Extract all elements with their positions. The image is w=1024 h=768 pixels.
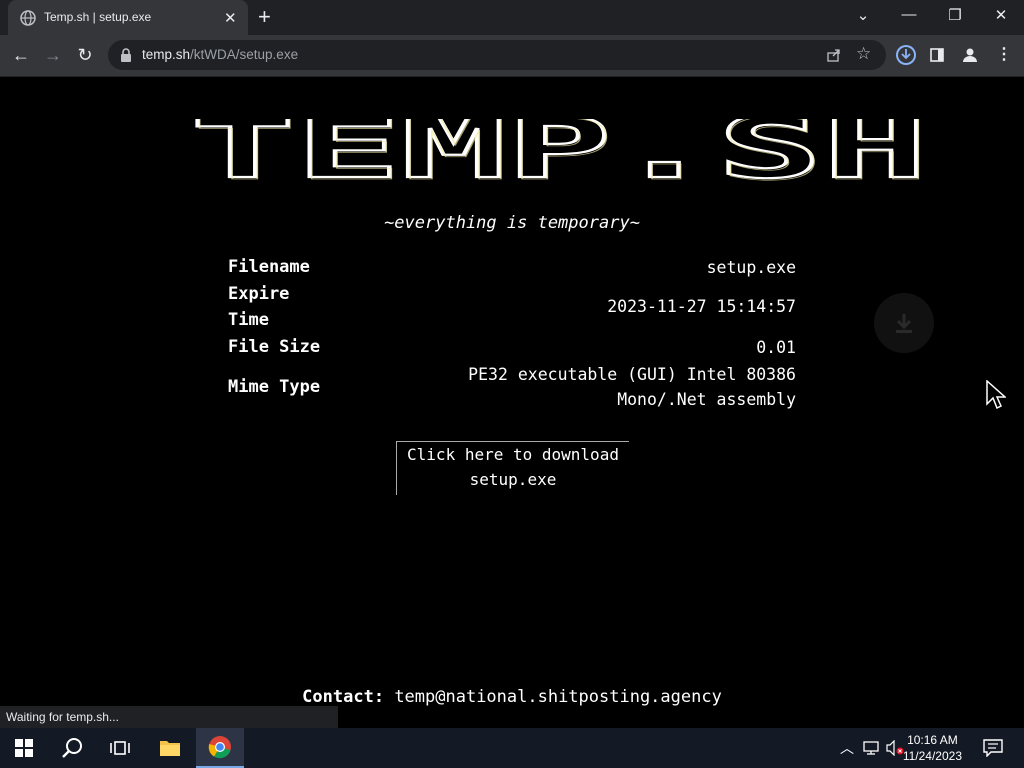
chevron-down-icon[interactable]: ⌄ bbox=[840, 6, 886, 24]
minimize-button[interactable]: — bbox=[886, 6, 932, 23]
browser-titlebar: Temp.sh | setup.exe ✕ + ⌄ — ❐ ✕ bbox=[0, 0, 1024, 35]
window-close-button[interactable]: ✕ bbox=[978, 6, 1024, 24]
task-view-button[interactable] bbox=[96, 728, 144, 768]
share-icon[interactable] bbox=[826, 47, 842, 63]
download-text-line2: setup.exe bbox=[469, 470, 557, 489]
download-text-line1: Click here to download bbox=[407, 445, 619, 464]
browser-toolbar: ← → ↻ temp.sh/ktWDA/setup.exe ☆ ⋮ bbox=[0, 35, 1024, 77]
volume-muted-icon[interactable] bbox=[886, 740, 904, 756]
file-explorer-button[interactable] bbox=[146, 728, 194, 768]
expire-value: 2023-11-27 15:14:57 bbox=[607, 297, 796, 316]
folder-icon bbox=[160, 741, 180, 756]
clock-time: 10:16 AM bbox=[907, 733, 958, 747]
star-icon[interactable]: ☆ bbox=[856, 44, 871, 64]
menu-icon[interactable]: ⋮ bbox=[996, 44, 1012, 64]
temp-sh-logo: TEMP.SH TEMP.SH bbox=[189, 119, 930, 183]
plus-icon[interactable]: + bbox=[258, 4, 271, 30]
mime-label: Mime Type bbox=[228, 377, 321, 397]
forward-icon[interactable]: → bbox=[40, 43, 66, 69]
mime-value-line2: Mono/.Net assembly bbox=[617, 390, 796, 409]
tab-title: Temp.sh | setup.exe bbox=[44, 10, 152, 24]
mime-value-line1: PE32 executable (GUI) Intel 80386 bbox=[468, 365, 796, 384]
download-link[interactable]: Click here to download setup.exe bbox=[396, 441, 629, 495]
windows-icon bbox=[15, 739, 33, 757]
filename-label: Filename bbox=[228, 257, 310, 277]
network-icon[interactable] bbox=[863, 741, 879, 755]
taskbar-search[interactable] bbox=[48, 728, 96, 768]
sidepanel-icon[interactable] bbox=[930, 48, 944, 62]
system-clock[interactable]: 10:16 AM 11/24/2023 bbox=[903, 732, 962, 764]
clock-date: 11/24/2023 bbox=[902, 749, 962, 763]
tagline: ~everything is temporary~ bbox=[384, 213, 640, 233]
size-value: 0.01 bbox=[756, 338, 796, 357]
contact-email[interactable]: temp@national.shitposting.agency bbox=[394, 687, 722, 707]
status-bar: Waiting for temp.sh... bbox=[0, 706, 338, 728]
size-label: File Size bbox=[228, 337, 321, 357]
download-icon[interactable] bbox=[895, 44, 917, 66]
notification-icon[interactable] bbox=[983, 739, 1003, 757]
close-icon[interactable]: ✕ bbox=[224, 9, 237, 27]
expire-label-line1: Expire bbox=[228, 284, 290, 304]
expire-label-line2: Time bbox=[228, 310, 269, 330]
chrome-taskbar-button[interactable] bbox=[196, 728, 244, 768]
profile-icon[interactable] bbox=[961, 46, 979, 64]
mouse-cursor-icon bbox=[986, 380, 1006, 410]
floating-download-button[interactable] bbox=[874, 293, 934, 353]
svg-text:TEMP.SH: TEMP.SH bbox=[192, 119, 930, 183]
tab-active[interactable]: Temp.sh | setup.exe ✕ bbox=[8, 0, 248, 35]
filename-value: setup.exe bbox=[706, 258, 796, 277]
contact-label: Contact: bbox=[302, 687, 385, 707]
restore-button[interactable]: ❐ bbox=[932, 6, 978, 24]
reload-icon[interactable]: ↻ bbox=[72, 43, 98, 69]
address-bar[interactable]: temp.sh/ktWDA/setup.exe ☆ bbox=[108, 40, 886, 70]
globe-icon bbox=[20, 10, 36, 26]
chevron-up-icon[interactable]: ︿ bbox=[840, 738, 854, 758]
lock-icon bbox=[121, 48, 131, 62]
windows-taskbar: ︿ 10:16 AM 11/24/2023 bbox=[0, 728, 1024, 768]
back-icon[interactable]: ← bbox=[8, 43, 34, 69]
search-icon bbox=[62, 738, 82, 758]
contact-line: Contact: temp@national.shitposting.agenc… bbox=[0, 687, 1024, 707]
download-icon bbox=[896, 314, 912, 333]
page-content: TEMP.SH TEMP.SH ~everything is temporary… bbox=[0, 77, 1024, 707]
url-text: temp.sh/ktWDA/setup.exe bbox=[142, 47, 299, 62]
start-button[interactable] bbox=[0, 728, 48, 768]
chrome-icon bbox=[208, 736, 231, 759]
taskview-icon bbox=[110, 741, 130, 755]
